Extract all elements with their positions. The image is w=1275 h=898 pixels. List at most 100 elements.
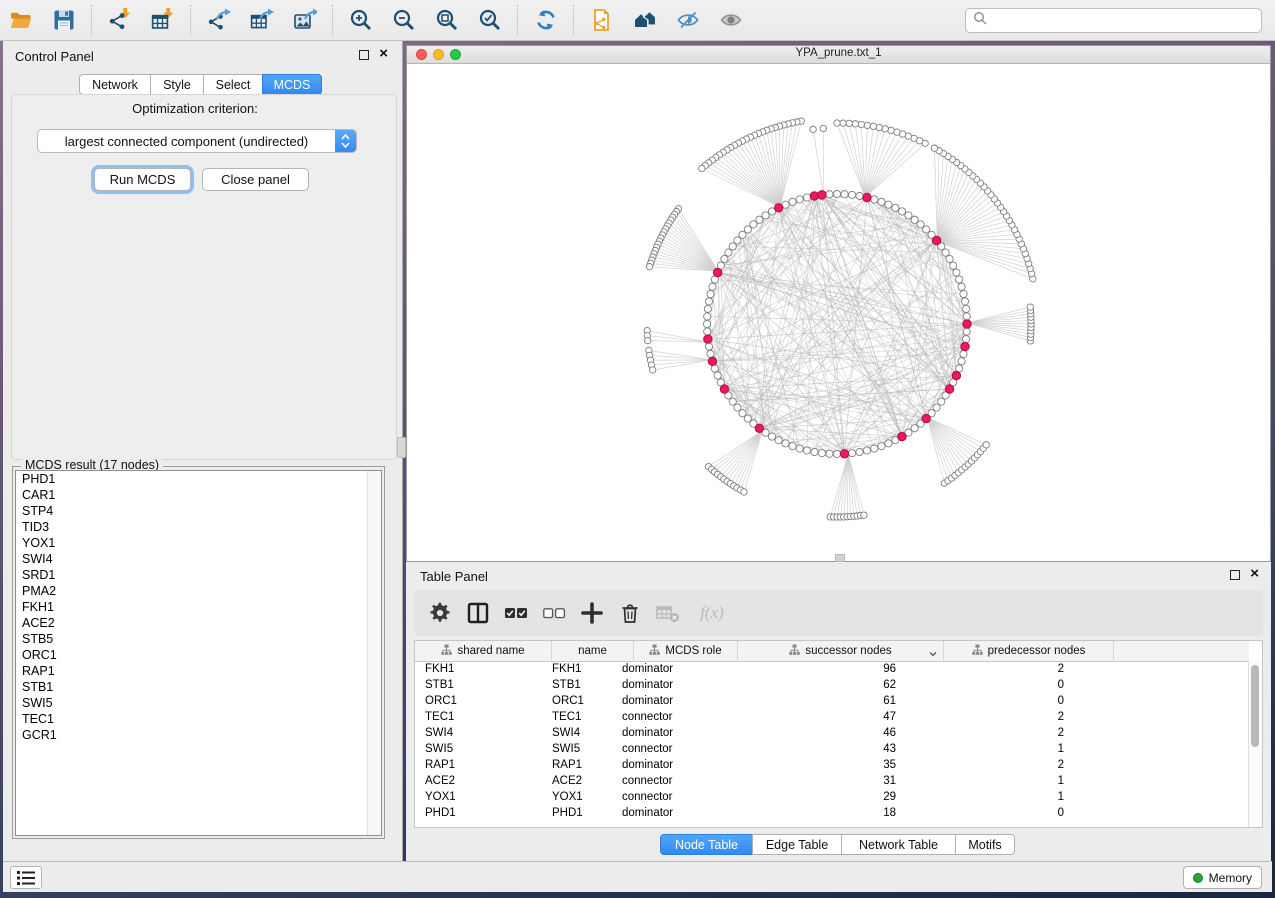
table-row[interactable]: YOX1YOX1connector291	[415, 789, 1249, 805]
network-hub-node[interactable]	[774, 204, 782, 212]
network-leaf-node[interactable]	[931, 145, 937, 151]
network-node[interactable]	[963, 335, 970, 342]
show-graphics-details-icon[interactable]	[718, 7, 744, 33]
table-row[interactable]: FKH1FKH1dominator962	[415, 661, 1249, 677]
export-network-icon[interactable]	[206, 7, 232, 33]
network-node[interactable]	[703, 320, 710, 327]
mcds-result-node[interactable]: RAP1	[16, 663, 381, 679]
table-row[interactable]: ACE2ACE2connector311	[415, 773, 1249, 789]
mcds-result-node[interactable]: ORC1	[16, 647, 381, 663]
mcds-result-node[interactable]: GCR1	[16, 727, 381, 743]
close-panel-button[interactable]: Close panel	[202, 168, 309, 191]
network-hub-node[interactable]	[961, 342, 969, 350]
network-node[interactable]	[789, 443, 796, 450]
network-node[interactable]	[709, 283, 716, 290]
network-node[interactable]	[960, 290, 967, 297]
network-node[interactable]	[958, 358, 965, 365]
mcds-result-node[interactable]: PHD1	[16, 471, 381, 487]
network-window-titlebar[interactable]: YPA_prune.txt_1	[407, 46, 1270, 64]
select-all-checks-icon[interactable]	[504, 601, 528, 625]
network-node[interactable]	[885, 201, 892, 208]
column-header-MCDS-role[interactable]: MCDS role	[634, 641, 738, 661]
network-hub-node[interactable]	[932, 236, 940, 244]
network-node[interactable]	[848, 450, 855, 457]
network-node[interactable]	[961, 298, 968, 305]
network-node[interactable]	[905, 212, 912, 219]
network-leaf-node[interactable]	[649, 367, 655, 373]
network-leaf-node[interactable]	[840, 120, 846, 126]
network-leaf-node[interactable]	[870, 123, 876, 129]
network-node[interactable]	[885, 440, 892, 447]
network-node[interactable]	[841, 191, 848, 198]
mcds-result-node[interactable]: FKH1	[16, 599, 381, 615]
network-hub-node[interactable]	[818, 191, 826, 199]
network-node[interactable]	[960, 350, 967, 357]
network-node[interactable]	[768, 433, 775, 440]
mcds-result-node[interactable]: PMA2	[16, 583, 381, 599]
network-leaf-node[interactable]	[646, 263, 652, 269]
network-hub-node[interactable]	[713, 268, 721, 276]
zoom-in-icon[interactable]	[348, 7, 374, 33]
network-leaf-node[interactable]	[983, 442, 989, 448]
network-hub-node[interactable]	[963, 320, 971, 328]
network-node[interactable]	[871, 196, 878, 203]
network-node[interactable]	[826, 450, 833, 457]
network-hub-node[interactable]	[945, 385, 953, 393]
network-node[interactable]	[863, 447, 870, 454]
network-node[interactable]	[775, 437, 782, 444]
network-hub-node[interactable]	[952, 371, 960, 379]
network-leaf-node[interactable]	[882, 126, 888, 132]
network-hub-node[interactable]	[708, 357, 716, 365]
network-node[interactable]	[803, 447, 810, 454]
network-leaf-node[interactable]	[810, 126, 816, 132]
network-leaf-node[interactable]	[645, 337, 651, 343]
network-node[interactable]	[848, 191, 855, 198]
column-layout-icon[interactable]	[466, 601, 490, 625]
network-node[interactable]	[782, 440, 789, 447]
import-table-icon[interactable]	[150, 7, 176, 33]
network-hub-node[interactable]	[898, 432, 906, 440]
network-node[interactable]	[705, 343, 712, 350]
mcds-result-node[interactable]: SWI4	[16, 551, 381, 567]
network-node[interactable]	[878, 198, 885, 205]
column-header-name[interactable]: name	[552, 641, 634, 661]
network-node[interactable]	[725, 249, 732, 256]
network-node[interactable]	[963, 313, 970, 320]
network-node[interactable]	[958, 283, 965, 290]
float-table-panel-icon[interactable]	[1230, 570, 1240, 580]
network-node[interactable]	[946, 255, 953, 262]
network-node[interactable]	[938, 398, 945, 405]
network-leaf-node[interactable]	[834, 120, 840, 126]
mcds-result-node[interactable]: YOX1	[16, 535, 381, 551]
network-node[interactable]	[796, 445, 803, 452]
zoom-fit-icon[interactable]	[434, 7, 460, 33]
network-hub-node[interactable]	[704, 335, 712, 343]
network-leaf-node[interactable]	[820, 125, 826, 131]
network-leaf-node[interactable]	[876, 124, 882, 130]
import-network-icon[interactable]	[107, 7, 133, 33]
network-leaf-node[interactable]	[861, 512, 867, 518]
network-canvas[interactable]	[407, 63, 1270, 561]
mcds-result-list[interactable]: PHD1CAR1STP4TID3YOX1SWI4SRD1PMA2FKH1ACE2…	[15, 470, 382, 836]
table-scrollbar[interactable]	[1248, 661, 1262, 827]
network-from-file-icon[interactable]	[589, 7, 615, 33]
table-row[interactable]: PHD1PHD1dominator180	[415, 805, 1249, 821]
network-node[interactable]	[856, 192, 863, 199]
column-header-shared-name[interactable]: shared name	[415, 641, 552, 661]
network-node[interactable]	[871, 445, 878, 452]
network-node[interactable]	[942, 249, 949, 256]
show-panels-list-button[interactable]	[10, 866, 42, 889]
network-node[interactable]	[796, 196, 803, 203]
table-row[interactable]: RAP1RAP1dominator352	[415, 757, 1249, 773]
tab-edge-table[interactable]: Edge Table	[752, 834, 842, 855]
network-node[interactable]	[707, 290, 714, 297]
tab-node-table[interactable]: Node Table	[660, 834, 753, 855]
float-panel-icon[interactable]	[359, 50, 369, 60]
network-leaf-node[interactable]	[858, 121, 864, 127]
network-node[interactable]	[714, 372, 721, 379]
network-node[interactable]	[956, 276, 963, 283]
tab-mcds[interactable]: MCDS	[262, 74, 322, 95]
table-settings-icon[interactable]	[428, 601, 452, 625]
table-scrollbar-thumb[interactable]	[1251, 665, 1259, 747]
mcds-result-node[interactable]: STB1	[16, 679, 381, 695]
